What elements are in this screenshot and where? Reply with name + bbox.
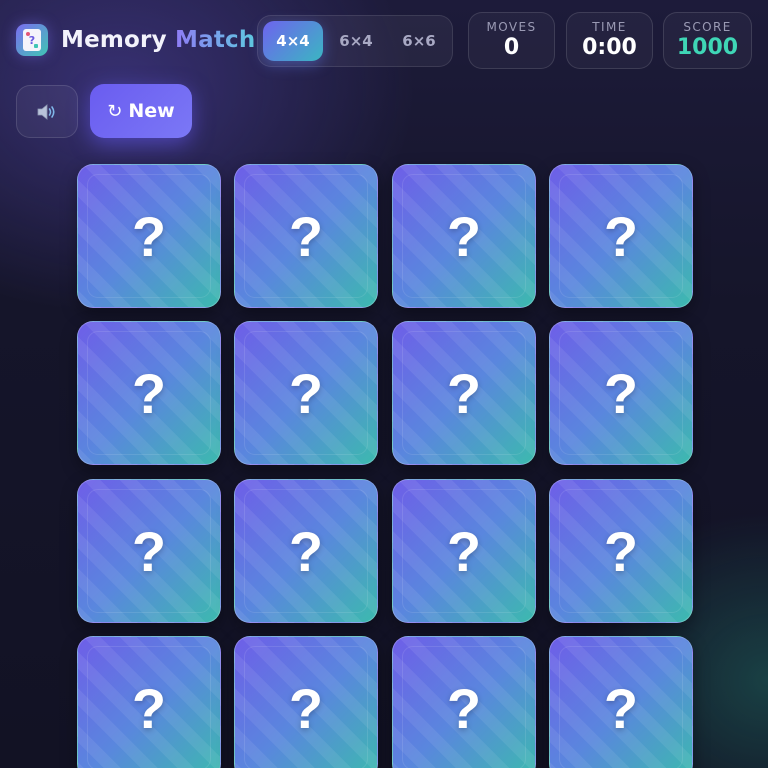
speaker-icon	[37, 103, 55, 120]
card-question-mark: ?	[131, 204, 167, 268]
time-label: TIME	[592, 20, 627, 34]
memory-card[interactable]: ?	[549, 164, 693, 308]
new-game-label: New	[128, 100, 175, 122]
memory-card[interactable]: ?	[392, 164, 536, 308]
memory-card[interactable]: ?	[392, 479, 536, 623]
card-question-mark: ?	[603, 204, 639, 268]
card-question-mark: ?	[131, 519, 167, 583]
card-question-mark: ?	[446, 361, 482, 425]
card-stack-icon: ?	[16, 24, 48, 56]
card-question-mark: ?	[131, 361, 167, 425]
card-question-mark: ?	[131, 676, 167, 740]
moves-stat: MOVES 0	[468, 12, 555, 69]
app-title: Memory Match	[61, 25, 255, 55]
memory-card[interactable]: ?	[234, 636, 378, 768]
memory-card[interactable]: ?	[77, 164, 221, 308]
card-question-mark: ?	[288, 519, 324, 583]
memory-card[interactable]: ?	[549, 321, 693, 465]
card-question-mark: ?	[603, 361, 639, 425]
memory-card[interactable]: ?	[549, 479, 693, 623]
refresh-icon: ↻	[107, 100, 123, 122]
grid-size-6x4-button[interactable]: 6×4	[326, 21, 386, 61]
card-question-mark: ?	[603, 676, 639, 740]
card-question-mark: ?	[446, 519, 482, 583]
grid-size-6x6-button[interactable]: 6×6	[389, 21, 449, 61]
card-question-mark: ?	[288, 361, 324, 425]
card-question-mark: ?	[288, 204, 324, 268]
time-value: 0:00	[582, 35, 637, 60]
card-question-mark: ?	[288, 676, 324, 740]
grid-size-selector: 4×4 6×4 6×6	[257, 15, 453, 67]
memory-card[interactable]: ?	[234, 321, 378, 465]
card-question-mark: ?	[446, 204, 482, 268]
moves-value: 0	[503, 35, 520, 60]
moves-label: MOVES	[486, 20, 537, 34]
grid-size-4x4-button[interactable]: 4×4	[263, 21, 323, 61]
card-question-mark: ?	[446, 676, 482, 740]
memory-card[interactable]: ?	[77, 479, 221, 623]
memory-card[interactable]: ?	[234, 479, 378, 623]
score-stat: SCORE 1000	[663, 12, 752, 69]
memory-card[interactable]: ?	[234, 164, 378, 308]
memory-card[interactable]: ?	[77, 636, 221, 768]
time-stat: TIME 0:00	[566, 12, 653, 69]
memory-card[interactable]: ?	[392, 321, 536, 465]
header-bar: ? Memory Match 4×4 6×4 6×6 MOVES 0 TIME …	[0, 0, 768, 80]
card-question-mark: ?	[603, 519, 639, 583]
score-label: SCORE	[683, 20, 732, 34]
logo-card: ?	[23, 29, 41, 51]
memory-card[interactable]: ?	[77, 321, 221, 465]
memory-card[interactable]: ?	[392, 636, 536, 768]
title-part-memory: Memory	[61, 27, 167, 53]
score-value: 1000	[676, 35, 739, 60]
sound-toggle-button[interactable]	[16, 85, 78, 138]
memory-card[interactable]: ?	[549, 636, 693, 768]
new-game-button[interactable]: ↻ New	[90, 84, 192, 138]
title-part-match: Match	[175, 27, 256, 53]
